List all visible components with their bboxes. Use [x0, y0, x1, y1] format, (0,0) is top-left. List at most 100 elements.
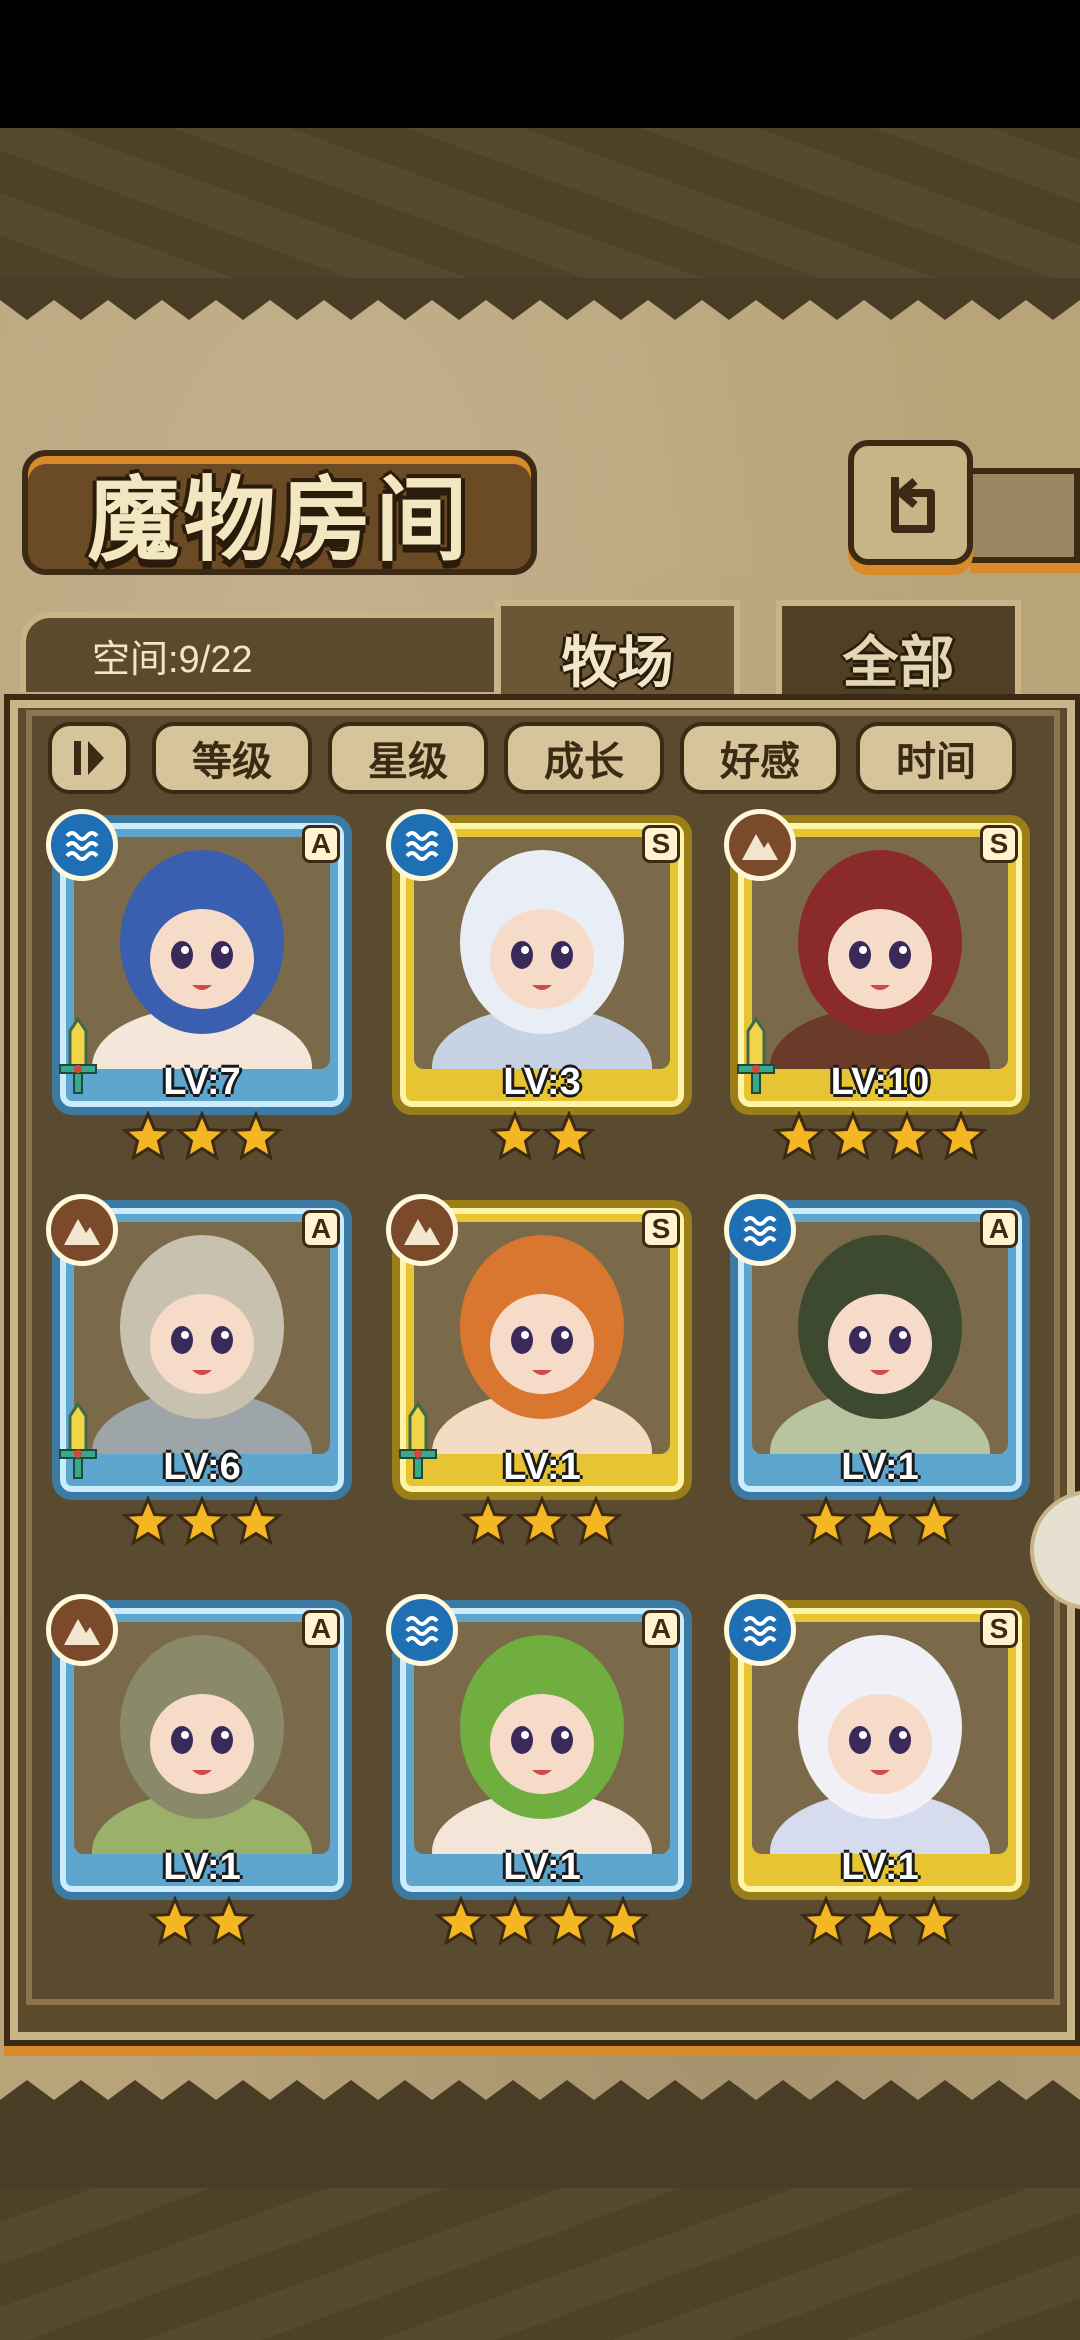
star-icon [122, 1496, 174, 1546]
map-background-top [0, 128, 1080, 278]
monster-card[interactable]: A LV:1 [46, 1594, 352, 1946]
monster-portrait [752, 837, 1008, 1069]
star-icon [489, 1896, 541, 1946]
back-button-rail [970, 468, 1080, 563]
monster-card[interactable]: A LV:7 [46, 809, 352, 1161]
star-icon [462, 1496, 514, 1546]
monster-level: LV:7 [163, 1061, 241, 1103]
filter-affection-button[interactable]: 好感 [680, 722, 840, 794]
filter-star-button[interactable]: 星级 [328, 722, 488, 794]
back-arrow-icon [890, 476, 935, 533]
monster-portrait [414, 837, 670, 1069]
star-rating [52, 1111, 352, 1163]
monster-portrait [74, 837, 330, 1069]
rank-badge: S [980, 825, 1018, 863]
rank-badge: A [302, 1210, 340, 1248]
star-icon [176, 1111, 228, 1161]
space-counter: 空间:9/22 [92, 639, 253, 681]
tab-ranch[interactable]: 牧场 [495, 600, 740, 710]
title-plate: 魔物房间 [22, 450, 537, 575]
monster-card[interactable]: S LV:10 [724, 809, 1030, 1161]
star-icon [854, 1896, 906, 1946]
rank-badge: A [302, 825, 340, 863]
monster-level: LV:1 [841, 1446, 919, 1488]
back-button[interactable] [848, 440, 973, 565]
star-rating [392, 1496, 692, 1548]
water-element-icon [46, 809, 118, 881]
star-icon [935, 1111, 987, 1161]
star-icon [176, 1496, 228, 1546]
star-rating [392, 1111, 692, 1163]
star-icon [543, 1896, 595, 1946]
filter-time-button[interactable]: 时间 [856, 722, 1016, 794]
monster-card[interactable]: S LV:1 [386, 1194, 692, 1546]
map-background-bottom [0, 2188, 1080, 2340]
rank-badge: A [302, 1610, 340, 1648]
rank-badge: S [642, 1210, 680, 1248]
star-icon [489, 1111, 541, 1161]
monster-portrait [74, 1622, 330, 1854]
rank-badge: A [642, 1610, 680, 1648]
monster-card[interactable]: S LV:1 [724, 1594, 1030, 1946]
water-element-icon [386, 809, 458, 881]
zigzag-border-bottom [0, 2080, 1080, 2120]
star-icon [854, 1496, 906, 1546]
star-rating [52, 1896, 352, 1948]
star-rating [392, 1896, 692, 1948]
tab-all[interactable]: 全部 [776, 600, 1021, 710]
earth-element-icon [46, 1594, 118, 1666]
star-icon [516, 1496, 568, 1546]
page-title: 魔物房间 [87, 466, 472, 574]
earth-element-icon [46, 1194, 118, 1266]
monster-card[interactable]: A LV:1 [724, 1194, 1030, 1546]
star-rating [730, 1496, 1030, 1548]
monster-level: LV:6 [163, 1446, 241, 1488]
monster-portrait [414, 1622, 670, 1854]
star-rating [52, 1496, 352, 1548]
star-icon [908, 1496, 960, 1546]
star-icon [230, 1496, 282, 1546]
water-element-icon [724, 1194, 796, 1266]
star-icon [203, 1896, 255, 1946]
star-icon [800, 1496, 852, 1546]
rank-badge: A [980, 1210, 1018, 1248]
filter-toggle-icon [74, 741, 104, 775]
star-icon [570, 1496, 622, 1546]
monster-card[interactable]: S LV:3 [386, 809, 692, 1161]
star-icon [149, 1896, 201, 1946]
star-icon [543, 1111, 595, 1161]
monster-card[interactable]: A LV:6 [46, 1194, 352, 1546]
star-icon [230, 1111, 282, 1161]
monster-portrait [752, 1222, 1008, 1454]
monster-level: LV:3 [503, 1061, 581, 1103]
filter-growth-button[interactable]: 成长 [504, 722, 664, 794]
filter-toggle-button[interactable] [48, 722, 130, 794]
rank-badge: S [980, 1610, 1018, 1648]
monster-portrait [74, 1222, 330, 1454]
star-icon [800, 1896, 852, 1946]
monster-portrait [752, 1622, 1008, 1854]
monster-card[interactable]: A LV:1 [386, 1594, 692, 1946]
status-bar [0, 0, 1080, 128]
star-rating [730, 1111, 1030, 1163]
monster-level: LV:10 [830, 1061, 930, 1103]
earth-element-icon [386, 1194, 458, 1266]
star-icon [827, 1111, 879, 1161]
water-element-icon [724, 1594, 796, 1666]
star-icon [773, 1111, 825, 1161]
earth-element-icon [724, 809, 796, 881]
monster-level: LV:1 [503, 1846, 581, 1888]
star-icon [122, 1111, 174, 1161]
star-icon [908, 1896, 960, 1946]
star-rating [730, 1896, 1030, 1948]
water-element-icon [386, 1594, 458, 1666]
star-icon [881, 1111, 933, 1161]
rank-badge: S [642, 825, 680, 863]
monster-portrait [414, 1222, 670, 1454]
monster-level: LV:1 [163, 1846, 241, 1888]
zigzag-border-top [0, 280, 1080, 320]
filter-level-button[interactable]: 等级 [152, 722, 312, 794]
monster-level: LV:1 [841, 1846, 919, 1888]
star-icon [597, 1896, 649, 1946]
monster-level: LV:1 [503, 1446, 581, 1488]
